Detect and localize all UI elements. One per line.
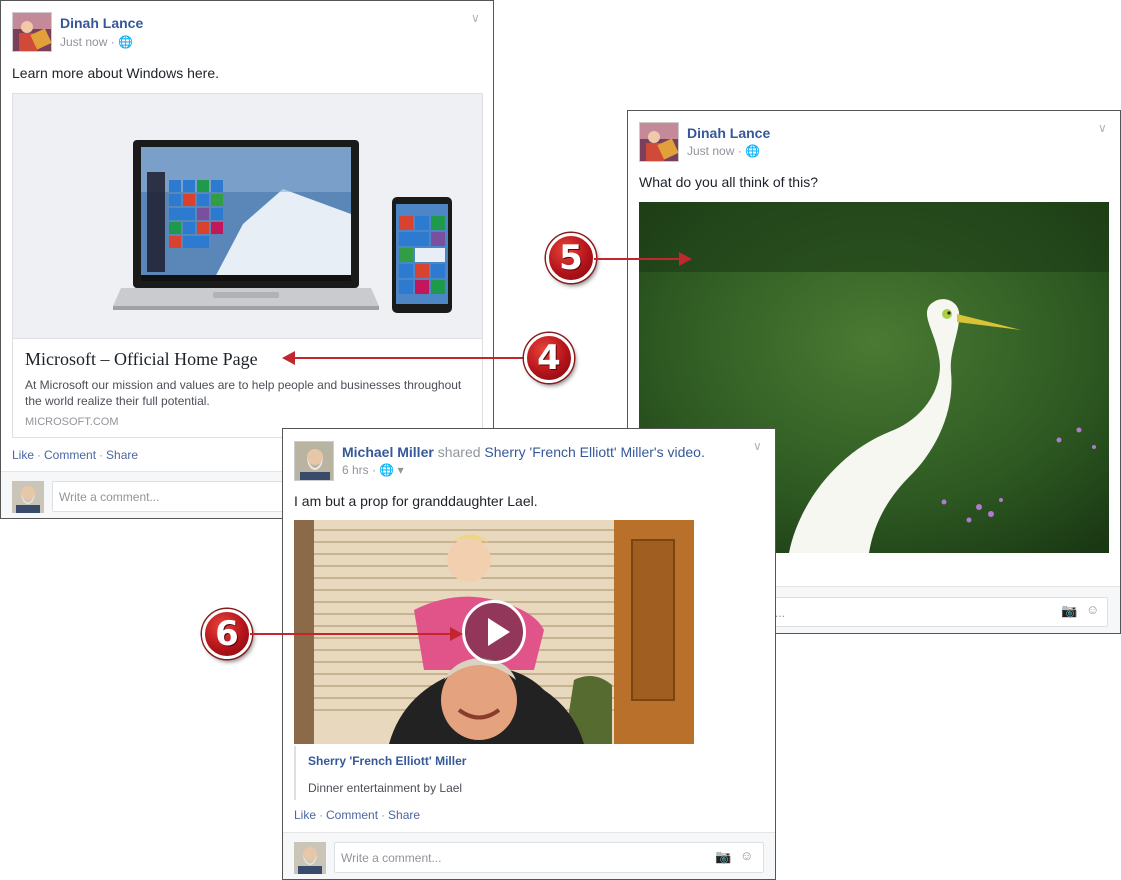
- smiley-icon[interactable]: ☺: [1086, 602, 1099, 617]
- comment-input[interactable]: ...: [768, 597, 1108, 627]
- like-link[interactable]: Like: [12, 448, 34, 462]
- author-name[interactable]: Michael Miller: [342, 444, 434, 460]
- comment-input[interactable]: Write a comment...: [334, 842, 764, 873]
- camera-icon[interactable]: 📷: [1061, 603, 1077, 619]
- callout-line: [250, 633, 452, 635]
- commenter-avatar[interactable]: [294, 842, 326, 874]
- globe-icon: 🌐: [118, 35, 133, 49]
- chevron-down-icon[interactable]: ∨: [471, 11, 480, 25]
- post-card-video: Michael Miller shared Sherry 'French Ell…: [282, 428, 776, 880]
- smiley-icon[interactable]: ☺: [740, 848, 753, 863]
- callout-badge-5: 5: [546, 233, 596, 283]
- post-time: Just now · 🌐: [60, 35, 133, 49]
- link-domain: MICROSOFT.COM: [25, 416, 119, 428]
- audience-dropdown-icon[interactable]: ▾: [398, 463, 404, 477]
- post-time: Just now · 🌐: [687, 144, 760, 158]
- play-icon[interactable]: [462, 600, 526, 664]
- post-text: Learn more about Windows here.: [12, 65, 219, 81]
- timestamp[interactable]: Just now: [60, 35, 107, 49]
- video-thumbnail[interactable]: [294, 520, 694, 744]
- like-link[interactable]: Like: [294, 808, 316, 822]
- shared-owner-name: Sherry 'French Elliott' Miller: [484, 444, 654, 460]
- callout-arrowhead: [679, 252, 692, 266]
- link-description: At Microsoft our mission and values are …: [25, 377, 461, 409]
- link-title[interactable]: Microsoft – Official Home Page: [25, 349, 258, 370]
- post-text: What do you all think of this?: [639, 174, 818, 190]
- post-time: 6 hrs · 🌐 ▾: [342, 463, 404, 477]
- commenter-avatar[interactable]: [12, 481, 44, 513]
- avatar[interactable]: [639, 122, 679, 162]
- link-description-line: the world realize their full potential.: [25, 394, 210, 408]
- comment-bar: Write a comment... 📷 ☺: [283, 832, 775, 879]
- chevron-down-icon[interactable]: ∨: [753, 439, 762, 453]
- shared-attachment[interactable]: Sherry 'French Elliott' Miller Dinner en…: [294, 746, 694, 800]
- callout-line: [294, 357, 526, 359]
- link-preview[interactable]: Microsoft – Official Home Page At Micros…: [12, 93, 483, 438]
- comment-link[interactable]: Comment: [326, 808, 378, 822]
- globe-icon: 🌐: [379, 463, 395, 477]
- author-name[interactable]: Dinah Lance: [687, 125, 770, 141]
- post-text: I am but a prop for granddaughter Lael.: [294, 493, 538, 509]
- share-link[interactable]: Share: [388, 808, 420, 822]
- callout-badge-4: 4: [524, 333, 574, 383]
- timestamp[interactable]: 6 hrs: [342, 463, 369, 477]
- post-header-line: Michael Miller shared Sherry 'French Ell…: [342, 444, 705, 460]
- camera-icon[interactable]: 📷: [715, 849, 731, 865]
- shared-text: shared: [437, 444, 481, 460]
- video-owner[interactable]: Sherry 'French Elliott' Miller: [308, 754, 466, 768]
- avatar[interactable]: [294, 441, 334, 481]
- comment-link[interactable]: Comment: [44, 448, 96, 462]
- avatar[interactable]: [12, 12, 52, 52]
- link-image[interactable]: [13, 94, 482, 339]
- callout-badge-6: 6: [202, 609, 252, 659]
- post-actions: Like · Comment · Share: [12, 448, 139, 462]
- globe-icon: 🌐: [745, 144, 760, 158]
- timestamp[interactable]: Just now: [687, 144, 734, 158]
- link-description-line: At Microsoft our mission and values are …: [25, 378, 462, 392]
- post-actions: Like · Comment · Share: [294, 808, 421, 822]
- shared-object-link[interactable]: video.: [667, 444, 704, 460]
- shared-owner-link[interactable]: Sherry 'French Elliott' Miller's: [484, 444, 663, 460]
- callout-arrowhead: [450, 627, 463, 641]
- shared-owner-suffix: 's: [653, 444, 664, 460]
- play-triangle: [488, 618, 510, 646]
- share-link[interactable]: Share: [106, 448, 138, 462]
- callout-line: [594, 258, 680, 260]
- author-name[interactable]: Dinah Lance: [60, 15, 143, 31]
- chevron-down-icon[interactable]: ∨: [1098, 121, 1107, 135]
- video-description: Dinner entertainment by Lael: [308, 781, 463, 795]
